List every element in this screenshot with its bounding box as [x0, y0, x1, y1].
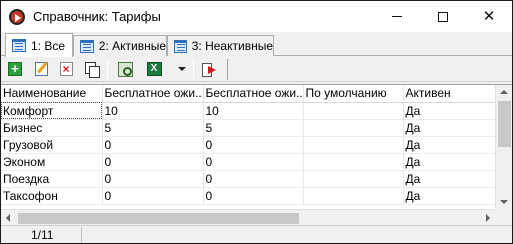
cell-active[interactable]: Да — [403, 153, 495, 171]
table-row[interactable]: Эконом 0 0 Да — [1, 153, 495, 171]
cell-free-wait-2[interactable]: 0 — [203, 153, 304, 171]
cell-free-wait-2[interactable]: 0 — [203, 136, 304, 154]
tab-all[interactable]: 1: Все — [5, 33, 73, 57]
tab-label: 1: Все — [31, 38, 66, 53]
record-counter: 1/11 — [31, 228, 54, 242]
scroll-right-icon[interactable] — [486, 214, 490, 222]
cell-free-wait-2[interactable]: 0 — [203, 187, 304, 205]
excel-export-button[interactable]: X — [145, 60, 163, 78]
properties-button[interactable] — [116, 60, 134, 78]
add-button[interactable]: + — [6, 60, 24, 78]
table-row[interactable]: Поездка 0 0 Да — [1, 170, 495, 188]
scrollbar-corner — [495, 209, 512, 225]
cell-free-wait-1[interactable]: 5 — [102, 119, 204, 137]
table-icon — [174, 39, 187, 53]
cell-name[interactable]: Бизнес — [1, 119, 103, 137]
export-dropdown-button[interactable] — [173, 60, 191, 78]
scroll-up-icon[interactable] — [500, 90, 508, 94]
cell-default[interactable] — [303, 187, 404, 205]
copy-record-icon — [85, 62, 100, 78]
cell-name[interactable]: Таксофон — [1, 187, 103, 205]
tab-strip: 1: Все 2: Активные 3: Неактивные — [1, 32, 512, 57]
scroll-left-icon[interactable] — [6, 214, 10, 222]
column-header-default[interactable]: По умолчанию — [303, 85, 404, 103]
cell-name[interactable]: Поездка — [1, 170, 103, 188]
cell-active[interactable]: Да — [403, 187, 495, 205]
status-bar: 1/11 — [1, 225, 512, 243]
cell-free-wait-1[interactable]: 0 — [102, 170, 204, 188]
tariffs-table: Наименование Бесплатное ожи... Бесплатно… — [1, 85, 495, 205]
data-grid[interactable]: Наименование Бесплатное ожи... Бесплатно… — [1, 84, 512, 225]
title-bar[interactable]: Справочник: Тарифы ✕ — [1, 1, 512, 32]
cell-default[interactable] — [303, 102, 404, 120]
cell-free-wait-1[interactable]: 0 — [102, 136, 204, 154]
cell-free-wait-1[interactable]: 10 — [102, 102, 204, 120]
cell-default[interactable] — [303, 119, 404, 137]
vertical-scroll-thumb[interactable] — [498, 101, 511, 147]
add-record-icon: + — [8, 62, 22, 76]
vertical-scrollbar[interactable] — [495, 85, 512, 209]
close-button[interactable]: ✕ — [466, 1, 512, 32]
app-window: Справочник: Тарифы ✕ 1: Все 2: Активные … — [0, 0, 513, 244]
app-logo-icon — [9, 9, 25, 25]
table-icon — [80, 39, 94, 53]
delete-button[interactable]: × — [57, 60, 75, 78]
tab-active[interactable]: 2: Активные — [73, 35, 167, 56]
cell-active[interactable]: Да — [403, 119, 495, 137]
table-row[interactable]: Бизнес 5 5 Да — [1, 119, 495, 137]
column-header-name[interactable]: Наименование — [1, 85, 103, 103]
properties-icon — [117, 61, 133, 77]
grid-viewport: Наименование Бесплатное ожи... Бесплатно… — [1, 85, 495, 209]
column-header-active[interactable]: Активен — [403, 85, 495, 103]
cell-default[interactable] — [303, 153, 404, 171]
cell-free-wait-2[interactable]: 10 — [203, 102, 304, 120]
cell-default[interactable] — [303, 136, 404, 154]
cell-free-wait-2[interactable]: 5 — [203, 119, 304, 137]
excel-export-icon: X — [146, 62, 162, 76]
cell-active[interactable]: Да — [403, 102, 495, 120]
exit-button[interactable] — [200, 60, 218, 78]
minimize-icon — [392, 16, 402, 17]
scroll-down-icon[interactable] — [500, 200, 508, 204]
exit-icon — [201, 62, 217, 77]
close-icon: ✕ — [482, 7, 496, 25]
table-row[interactable]: Комфорт 10 10 Да — [1, 102, 495, 120]
horizontal-scrollbar[interactable] — [1, 209, 495, 225]
cell-name[interactable]: Эконом — [1, 153, 103, 171]
toolbar-spacer — [227, 59, 511, 80]
status-divider — [81, 227, 82, 243]
tab-label: 2: Активные — [98, 39, 166, 53]
dropdown-caret-icon — [178, 67, 186, 71]
table-row[interactable]: Таксофон 0 0 Да — [1, 187, 495, 205]
column-header-free-wait-1[interactable]: Бесплатное ожи... — [102, 85, 204, 103]
edit-button[interactable] — [32, 60, 50, 78]
cell-free-wait-2[interactable]: 0 — [203, 170, 304, 188]
delete-record-icon: × — [59, 62, 73, 76]
window-title: Справочник: Тарифы — [33, 9, 161, 24]
cell-active[interactable]: Да — [403, 136, 495, 154]
table-row[interactable]: Грузовой 0 0 Да — [1, 136, 495, 154]
tab-inactive[interactable]: 3: Неактивные — [167, 35, 274, 56]
maximize-button[interactable] — [420, 1, 466, 32]
cell-name[interactable]: Грузовой — [1, 136, 103, 154]
minimize-button[interactable] — [374, 1, 420, 32]
cell-free-wait-1[interactable]: 0 — [102, 153, 204, 171]
toolbar: + × X — [1, 56, 512, 82]
table-icon — [12, 39, 26, 52]
cell-name[interactable]: Комфорт — [1, 102, 103, 120]
cell-default[interactable] — [303, 170, 404, 188]
copy-button[interactable] — [83, 60, 101, 78]
edit-record-icon — [34, 62, 48, 76]
cell-free-wait-1[interactable]: 0 — [102, 187, 204, 205]
toolbar-separator — [107, 59, 108, 79]
maximize-icon — [438, 11, 448, 22]
horizontal-scroll-thumb[interactable] — [18, 213, 299, 224]
tab-label: 3: Неактивные — [191, 39, 273, 53]
column-header-free-wait-2[interactable]: Бесплатное ожи... — [203, 85, 304, 103]
toolbar-separator — [193, 59, 194, 79]
cell-active[interactable]: Да — [403, 170, 495, 188]
header-row: Наименование Бесплатное ожи... Бесплатно… — [1, 85, 495, 103]
